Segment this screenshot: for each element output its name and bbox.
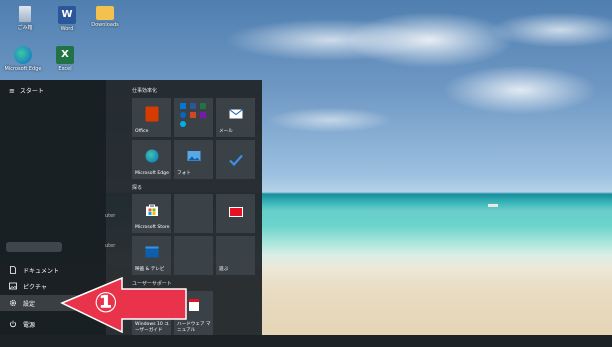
power-icon — [10, 320, 16, 328]
recycle-bin-icon — [19, 6, 31, 22]
start-header-label: スタート — [19, 88, 44, 95]
desktop-icon-excel[interactable]: X Excel — [43, 46, 87, 72]
store-icon — [145, 204, 158, 217]
sea-shine — [260, 196, 612, 226]
tile-movies-tv[interactable]: 映画 & テレビ — [132, 236, 171, 275]
mail-icon — [228, 109, 243, 119]
tile-microsoft-store[interactable]: Microsoft Store — [132, 194, 171, 233]
powerpoint-mini-icon — [190, 112, 196, 118]
hamburger-icon: ≡ — [9, 86, 15, 95]
tile-photos[interactable]: フォト — [174, 140, 213, 179]
tile-office[interactable]: Office — [132, 98, 171, 137]
news-icon — [228, 206, 243, 217]
tile-blank-1[interactable] — [174, 194, 213, 233]
tile-edge[interactable]: Microsoft Edge — [132, 140, 171, 179]
user-account-blurred[interactable] — [6, 242, 62, 252]
step-callout-arrow: ① — [60, 276, 190, 336]
office-apps-icons — [180, 103, 208, 129]
gear-icon — [9, 299, 17, 307]
edge-icon — [14, 46, 32, 64]
photos-icon — [187, 151, 200, 162]
excel-icon: X — [56, 46, 74, 64]
tile-play[interactable]: 遊ぶ — [216, 236, 255, 275]
word-mini-icon — [190, 103, 196, 109]
ghost-text-1: uter — [105, 213, 116, 219]
tile-todo[interactable] — [216, 140, 255, 179]
folder-icon — [96, 6, 114, 20]
onenote-mini-icon — [200, 112, 206, 118]
edge-icon — [145, 149, 158, 163]
document-icon — [10, 266, 16, 274]
tile-office-apps[interactable] — [174, 98, 213, 137]
pdf-icon — [188, 298, 199, 311]
group-title-productivity: 仕事効率化 — [132, 88, 158, 94]
ghost-text-2: uter — [105, 243, 116, 249]
boat — [488, 204, 498, 207]
desktop-icon-edge[interactable]: Microsoft Edge — [1, 46, 45, 72]
onedrive-mini-icon — [180, 112, 186, 118]
callout-arrow-shape — [60, 276, 187, 334]
tile-news[interactable] — [216, 194, 255, 233]
tile-mail[interactable]: メール — [216, 98, 255, 137]
taskbar — [0, 335, 612, 347]
pictures-icon — [9, 282, 17, 290]
office-icon — [145, 106, 158, 122]
skype-mini-icon — [180, 121, 186, 127]
checkmark-icon — [228, 154, 243, 166]
word-icon: W — [58, 6, 76, 24]
step-number: ① — [94, 286, 118, 319]
group-title-explore: 探る — [132, 185, 143, 191]
movies-icon — [145, 246, 158, 258]
excel-mini-icon — [200, 103, 206, 109]
desktop-icon-downloads[interactable]: Downloads — [83, 6, 127, 28]
outlook-mini-icon — [180, 103, 186, 109]
start-header[interactable]: ≡ スタート — [9, 86, 44, 96]
desktop-icon-recycle-bin[interactable]: ごみ箱 — [3, 6, 47, 31]
tile-blank-2[interactable] — [174, 236, 213, 275]
